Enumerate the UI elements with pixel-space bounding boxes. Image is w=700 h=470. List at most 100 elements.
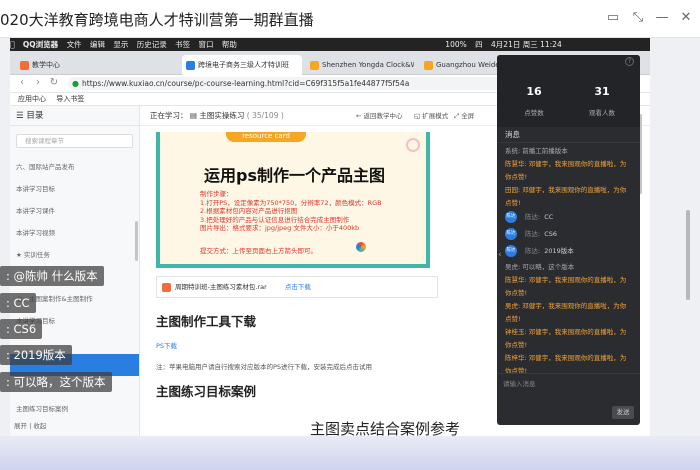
mac-menubar:  QQ浏览器 文件 编辑 显示 历史记录 书签 窗口 帮助 100% 四 4月… — [10, 38, 650, 51]
message-input[interactable]: 请输入消息 — [503, 378, 536, 388]
message-text: 2019版本 — [544, 247, 574, 255]
chat-message: 田园: 邓健宇，我来围观你的直播啦，为你 — [505, 186, 627, 194]
menu-app[interactable]: QQ浏览器 — [23, 40, 58, 49]
sidebar-item[interactable]: 本讲学习目标 — [10, 178, 139, 200]
tab-shenzhen[interactable]: Shenzhen Yongda Clock&Watc — [306, 55, 414, 75]
section-heading-tools: 主图制作工具下载 — [156, 314, 257, 329]
attachment-name: 周期特训班-主图练习素材包.rar — [175, 283, 267, 291]
send-button[interactable]: 发送 — [612, 406, 634, 419]
danmaku-overlay: : 2019版本 — [0, 345, 72, 365]
clock-label: 4月21日 周三 11:24 — [484, 40, 562, 49]
sidebar-item[interactable]: 六、国际站产品发布 — [10, 156, 139, 178]
help-icon[interactable]: ? — [625, 57, 634, 66]
window-scrollbar[interactable] — [686, 210, 690, 300]
tab-favicon — [186, 61, 195, 70]
sender-name: 陈达: — [525, 213, 541, 221]
back-to-center-button[interactable]: ← 返回教学中心 — [356, 106, 403, 126]
doc-icon: ▤ — [189, 111, 200, 120]
url-input[interactable]: ● https://www.kuxiao.cn/course/pc-course-… — [68, 77, 508, 90]
chat-message: 你点赞! — [505, 367, 528, 373]
tab-guangzhou[interactable]: Guangzhou Weide Watc — [420, 55, 506, 75]
messages-header: 消息 — [497, 127, 640, 143]
chat-message: 系统: 前播工前播版本 — [505, 147, 568, 155]
back-icon[interactable]: ‹ — [16, 77, 28, 89]
user-avatar: 陈达 — [505, 228, 517, 240]
loading-spinner-icon — [356, 242, 366, 252]
collapse-chevron-icon[interactable]: ‹ — [498, 250, 506, 264]
chat-message: 点赞! — [505, 315, 521, 323]
user-avatar: 陈达 — [505, 211, 517, 223]
chat-message: 陈慧华: 邓健宇，我来围观你的直播啦，为 — [505, 276, 627, 284]
tab-favicon — [310, 61, 319, 70]
attachment-row: 周期特训班-主图练习素材包.rar 点击下载 — [156, 276, 438, 298]
tab-course[interactable]: 跨境电子商务三级人才特训班 — [182, 55, 302, 75]
assignment-banner: resource card 运用ps制作一个产品主图 制作步骤： 1.打开PS，… — [156, 132, 430, 268]
like-count: 16 — [526, 85, 542, 98]
minimize-icon[interactable]: — — [655, 11, 669, 25]
apple-icon[interactable]:  — [10, 40, 15, 49]
message-text: CC — [544, 213, 554, 221]
menu-file[interactable]: 文件 — [67, 40, 82, 49]
screen-share-icon[interactable]: ▭ — [606, 11, 620, 25]
chapter-search-input[interactable]: 搜索课程章节 — [16, 134, 133, 148]
chat-message: 陈慧华: 邓健宇，我来围观你的直播啦，为 — [505, 160, 627, 168]
sidebar-scrollbar[interactable] — [135, 221, 138, 261]
sidebar-item[interactable]: 本讲学习视频 — [10, 222, 139, 244]
lesson-progress: ( 35/109 ) — [246, 111, 284, 120]
chat-message: 陈达 陈达: CS6 — [497, 228, 640, 242]
danmaku-overlay: : CC — [0, 293, 36, 313]
menu-help[interactable]: 帮助 — [222, 40, 237, 49]
tab-favicon — [20, 61, 29, 70]
stream-title: 020大洋教育跨境电商人才特训营第一期群直播 — [0, 11, 314, 29]
menu-bookmarks[interactable]: 书签 — [175, 40, 190, 49]
fullscreen-button[interactable]: ⤢ 全屏 — [454, 106, 474, 126]
chat-message: 钟桂玉: 邓健宇，我来围观你的直播啦，为 — [505, 328, 627, 336]
menu-window[interactable]: 窗口 — [199, 40, 214, 49]
bookmark-import[interactable]: 导入书签 — [56, 95, 84, 103]
stats-area: 16 点赞数 31 观看人数 ? — [497, 55, 640, 127]
close-icon[interactable]: ✕ — [679, 11, 693, 25]
banner-requirements: 制作步骤： 1.打开PS，设定像素为750*750，分辨率72，颜色模式：RGB… — [200, 190, 382, 232]
user-avatar: 陈达 — [505, 245, 517, 257]
ps-download-link[interactable]: PS下载 — [156, 340, 177, 350]
input-method-label: 四 — [468, 40, 483, 49]
expand-mode-button[interactable]: ◱ 扩展模式 — [414, 106, 448, 126]
chat-message: 你点赞! — [505, 173, 528, 181]
sidebar-item[interactable]: 本讲学习课件 — [10, 200, 139, 222]
sender-name: 陈达: — [525, 247, 541, 255]
chat-message: 吴虎: 邓健宇，我来围观你的直播啦，为你 — [505, 302, 627, 310]
chat-message: 陈达 陈达: 2019版本 — [497, 245, 640, 259]
live-stream-window: 020大洋教育跨境电商人才特训营第一期群直播 ▭ ⤡ — ✕  QQ浏览器 文… — [0, 0, 700, 470]
banner-pill: resource card — [226, 132, 306, 142]
menu-view[interactable]: 显示 — [113, 40, 128, 49]
forward-icon[interactable]: › — [32, 77, 44, 89]
menu-icon[interactable]: ☰ — [16, 111, 26, 121]
lesson-title: 主图实操练习 — [199, 111, 245, 120]
lock-icon: ● — [72, 79, 79, 88]
sidebar-item[interactable]: 主图练习目标案例 — [10, 398, 139, 420]
download-link[interactable]: 点击下载 — [285, 283, 311, 291]
reload-icon[interactable]: ↻ — [48, 77, 60, 89]
bookmark-app-center[interactable]: 应用中心 — [18, 95, 46, 103]
message-text: CS6 — [544, 230, 558, 238]
section-heading-case: 主图练习目标案例 — [156, 384, 257, 399]
chat-message: 点赞! — [505, 199, 521, 207]
banner-title: 运用ps制作一个产品主图 — [204, 166, 385, 185]
tab-teaching-center[interactable]: 教学中心 — [16, 55, 80, 75]
tab-favicon — [424, 61, 433, 70]
chat-message: 陈梓华: 邓健宇，我来围观你的直播啦，为 — [505, 354, 627, 362]
danmaku-overlay: : CS6 — [0, 319, 43, 339]
chat-message: 你点赞! — [505, 341, 528, 349]
message-list: 系统: 前播工前播版本陈慧华: 邓健宇，我来围观你的直播啦，为 你点赞! 田园: 邓… — [497, 143, 640, 373]
collapse-icon[interactable]: ⤡ — [631, 11, 645, 25]
viewer-count: 31 — [594, 85, 610, 98]
danmaku-overlay: : @陈帅 什么版本 — [0, 266, 104, 286]
like-label: 点赞数 — [524, 109, 544, 117]
menu-edit[interactable]: 编辑 — [90, 40, 105, 49]
sidebar-footer[interactable]: 展开 | 收起 — [10, 420, 46, 430]
submit-tip: 提交方式：上传至页面右上方箭头即可。 — [200, 247, 317, 255]
sidebar-title: ☰ 目录 — [10, 106, 139, 126]
menu-history[interactable]: 历史记录 — [137, 40, 167, 49]
sender-name: 陈达: — [525, 230, 541, 238]
sidebar-item[interactable]: ★ 实训任务 — [10, 244, 139, 266]
